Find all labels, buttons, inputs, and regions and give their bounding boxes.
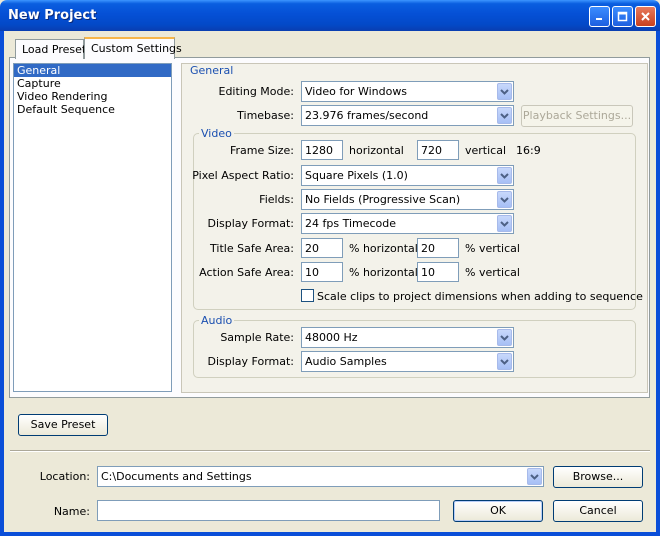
tab-custom-settings[interactable]: Custom Settings bbox=[84, 37, 182, 59]
tab-label: Custom Settings bbox=[91, 42, 182, 55]
group-title-general: General bbox=[188, 64, 236, 77]
sample-rate-value: 48000 Hz bbox=[305, 331, 358, 344]
maximize-icon bbox=[617, 11, 628, 22]
minimize-button[interactable] bbox=[589, 6, 610, 27]
fields-select[interactable]: No Fields (Progressive Scan) bbox=[301, 189, 514, 210]
close-icon bbox=[641, 12, 650, 21]
window-frame-right bbox=[656, 31, 660, 536]
editing-mode-label: Editing Mode: bbox=[218, 85, 295, 98]
group-title-video: Video bbox=[199, 127, 234, 140]
editing-mode-value: Video for Windows bbox=[305, 85, 408, 98]
timebase-select[interactable]: 23.976 frames/second bbox=[301, 105, 514, 126]
sample-rate-select[interactable]: 48000 Hz bbox=[301, 327, 514, 348]
dropdown-arrow-icon bbox=[527, 468, 542, 485]
new-project-dialog: New Project Load Preset Custom Settings … bbox=[0, 0, 660, 536]
action-safe-vertical-input[interactable]: 10 bbox=[417, 262, 459, 282]
settings-category-list[interactable]: General Capture Video Rendering Default … bbox=[13, 63, 172, 392]
sample-rate-label: Sample Rate: bbox=[220, 331, 294, 344]
frame-aspect-readout: 16:9 bbox=[516, 144, 541, 157]
editing-mode-select[interactable]: Video for Windows bbox=[301, 81, 514, 102]
fields-value: No Fields (Progressive Scan) bbox=[305, 193, 461, 206]
location-value: C:\Documents and Settings bbox=[101, 470, 252, 483]
timebase-label: Timebase: bbox=[237, 109, 294, 122]
pixel-aspect-label: Pixel Aspect Ratio: bbox=[192, 169, 294, 182]
video-display-format-label: Display Format: bbox=[207, 217, 294, 230]
pixel-aspect-select[interactable]: Square Pixels (1.0) bbox=[301, 165, 514, 186]
cancel-button[interactable]: Cancel bbox=[553, 500, 643, 522]
dropdown-arrow-icon bbox=[497, 215, 512, 232]
name-label: Name: bbox=[53, 505, 90, 518]
audio-display-format-value: Audio Samples bbox=[305, 355, 387, 368]
window-frame-left bbox=[0, 31, 4, 536]
tab-label: Load Preset bbox=[22, 43, 87, 56]
browse-button[interactable]: Browse... bbox=[553, 466, 643, 488]
frame-vertical-label: vertical bbox=[465, 144, 507, 157]
title-safe-label: Title Safe Area: bbox=[210, 242, 294, 255]
frame-width-input[interactable]: 1280 bbox=[301, 140, 343, 160]
video-display-format-select[interactable]: 24 fps Timecode bbox=[301, 213, 514, 234]
dropdown-arrow-icon bbox=[497, 167, 512, 184]
frame-horizontal-label: horizontal bbox=[349, 144, 404, 157]
tab-load-preset[interactable]: Load Preset bbox=[15, 39, 87, 59]
group-title-audio: Audio bbox=[199, 314, 235, 327]
window-frame-bottom bbox=[0, 532, 660, 536]
playback-settings-button[interactable]: Playback Settings... bbox=[521, 105, 633, 127]
action-safe-vertical-label: % vertical bbox=[465, 266, 520, 279]
title-safe-horizontal-input[interactable]: 20 bbox=[301, 238, 343, 258]
dropdown-arrow-icon bbox=[497, 107, 512, 124]
list-item-video-rendering[interactable]: Video Rendering bbox=[14, 90, 171, 103]
title-safe-vertical-input[interactable]: 20 bbox=[417, 238, 459, 258]
title-safe-vertical-label: % vertical bbox=[465, 242, 520, 255]
title-safe-horizontal-label: % horizontal bbox=[349, 242, 418, 255]
pixel-aspect-value: Square Pixels (1.0) bbox=[305, 169, 408, 182]
scale-clips-checkbox[interactable] bbox=[301, 289, 314, 302]
action-safe-label: Action Safe Area: bbox=[199, 266, 294, 279]
ok-button[interactable]: OK bbox=[453, 500, 543, 522]
list-item-default-sequence[interactable]: Default Sequence bbox=[14, 103, 171, 116]
minimize-icon bbox=[596, 18, 602, 20]
list-item-capture[interactable]: Capture bbox=[14, 77, 171, 90]
name-input[interactable] bbox=[97, 500, 440, 521]
action-safe-horizontal-input[interactable]: 10 bbox=[301, 262, 343, 282]
separator bbox=[10, 450, 650, 452]
dropdown-arrow-icon bbox=[497, 191, 512, 208]
dropdown-arrow-icon bbox=[497, 329, 512, 346]
frame-height-input[interactable]: 720 bbox=[417, 140, 459, 160]
close-button[interactable] bbox=[635, 6, 656, 27]
dropdown-arrow-icon bbox=[497, 83, 512, 100]
location-select[interactable]: C:\Documents and Settings bbox=[97, 466, 544, 487]
action-safe-horizontal-label: % horizontal bbox=[349, 266, 418, 279]
title-bar[interactable]: New Project bbox=[0, 0, 660, 31]
video-display-format-value: 24 fps Timecode bbox=[305, 217, 397, 230]
scale-clips-label: Scale clips to project dimensions when a… bbox=[317, 290, 643, 303]
audio-display-format-select[interactable]: Audio Samples bbox=[301, 351, 514, 372]
list-item-general[interactable]: General bbox=[14, 64, 171, 77]
dropdown-arrow-icon bbox=[497, 353, 512, 370]
window-title: New Project bbox=[8, 8, 97, 23]
fields-label: Fields: bbox=[259, 193, 294, 206]
save-preset-button[interactable]: Save Preset bbox=[18, 414, 108, 436]
audio-display-format-label: Display Format: bbox=[207, 355, 294, 368]
timebase-value: 23.976 frames/second bbox=[305, 109, 429, 122]
frame-size-label: Frame Size: bbox=[229, 144, 294, 157]
location-label: Location: bbox=[39, 470, 90, 483]
maximize-button[interactable] bbox=[612, 6, 633, 27]
